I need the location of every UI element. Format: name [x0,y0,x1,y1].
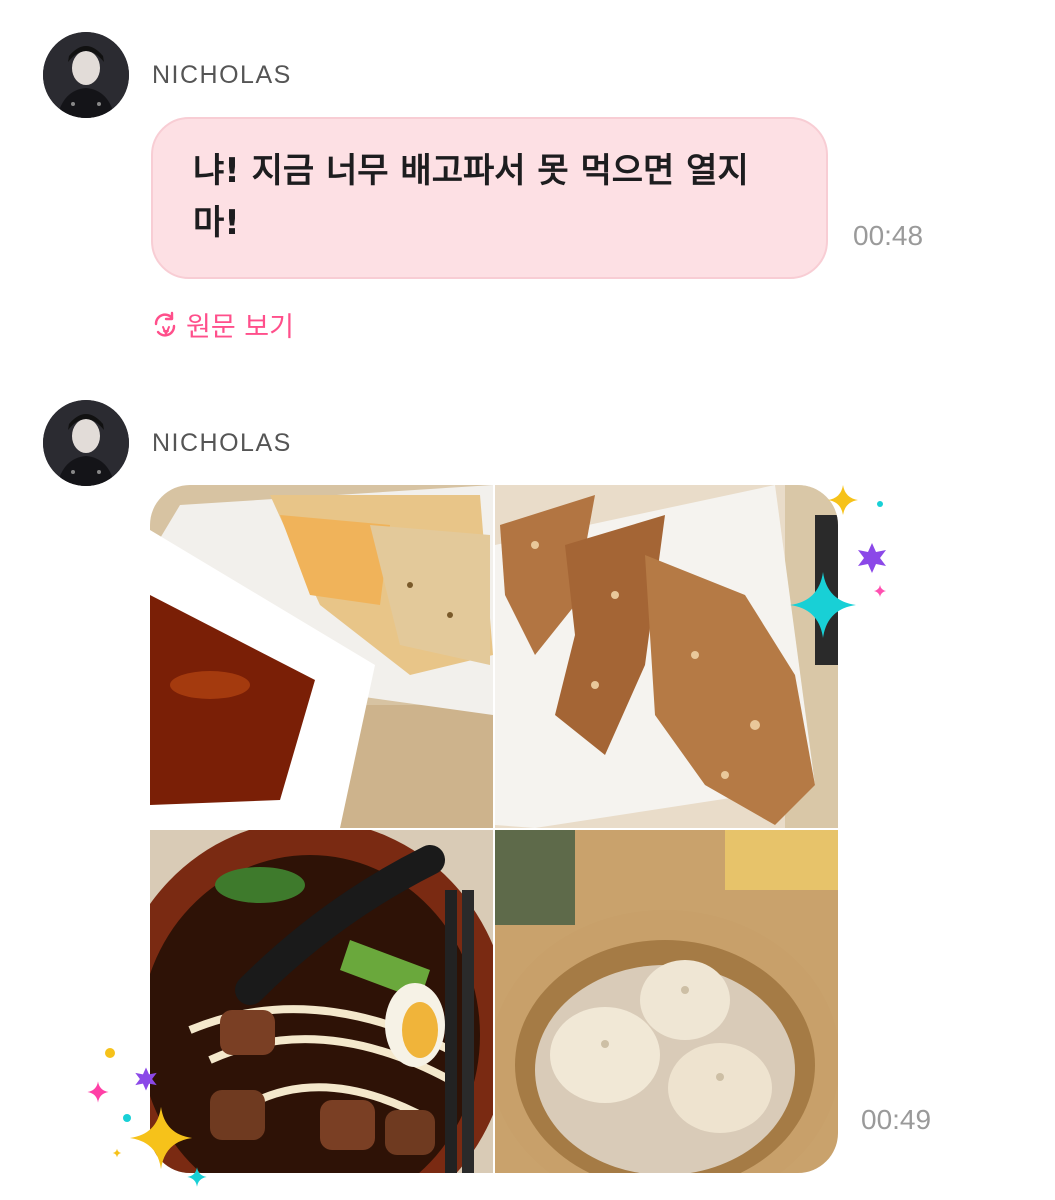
pink-star-sparkle-icon [87,1081,109,1103]
avatar-portrait-icon [43,32,129,118]
message-time: 00:49 [861,1104,932,1135]
message-bubble[interactable]: 냐! 지금 너무 배고파서 못 먹으면 열지 마! [151,117,828,279]
beef-noodle-soup-photo[interactable] [150,830,493,1173]
pink-star-sparkle-icon [874,585,886,597]
cyan-dot-sparkle-icon [877,501,883,507]
refresh-translate-icon [154,311,176,337]
gold-star-sparkle-icon [828,485,858,515]
avatar[interactable] [43,400,129,486]
message-text: 냐! 지금 너무 배고파서 못 먹으면 열지 마! [193,151,749,243]
gold-star-sparkle-icon [129,1106,193,1170]
avatar-portrait-icon [43,400,129,486]
purple-burst-sparkle-icon [858,543,886,573]
avatar[interactable] [43,32,129,118]
cyan-star-sparkle-icon [187,1167,207,1187]
photo-grid[interactable] [150,485,838,1173]
view-original-label: 원문 보기 [186,312,294,343]
fried-pork-cutlet-photo[interactable] [495,485,838,828]
view-original-button[interactable]: 원문 보기 [150,305,294,344]
message-time: 00:48 [853,220,924,251]
sender-name: NICHOLAS [152,61,292,89]
scallion-pancake-photo[interactable] [150,485,493,828]
cyan-star-sparkle-icon [790,572,856,638]
gold-star-sparkle-icon [112,1148,122,1158]
purple-burst-sparkle-icon [135,1067,157,1091]
soup-dumplings-photo[interactable] [495,830,838,1173]
gold-dot-sparkle-icon [105,1048,115,1058]
sender-name: NICHOLAS [152,429,292,457]
